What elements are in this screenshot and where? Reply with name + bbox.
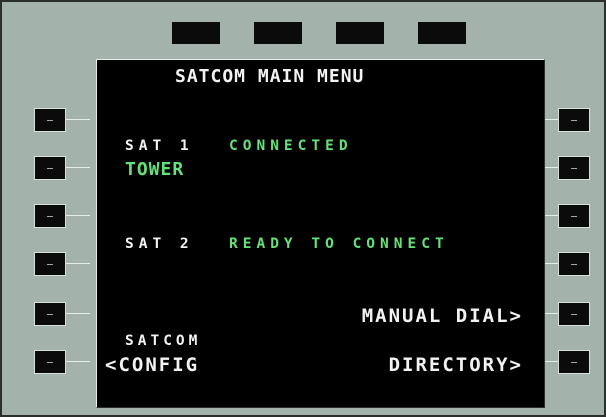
left-line-select-key-3[interactable] bbox=[34, 204, 66, 228]
top-function-key-4[interactable] bbox=[418, 22, 466, 44]
left-connector-tick-3 bbox=[66, 215, 90, 216]
right-line-select-key-2[interactable] bbox=[558, 156, 590, 180]
top-function-key-2[interactable] bbox=[254, 22, 302, 44]
satcom-small-label: SATCOM bbox=[125, 333, 202, 349]
dash-icon bbox=[571, 313, 577, 315]
right-line-select-key-1[interactable] bbox=[558, 108, 590, 132]
directory-prompt: DIRECTORY> bbox=[388, 354, 523, 376]
left-connector-tick-1 bbox=[66, 119, 90, 120]
cdu-display-screen: SATCOM MAIN MENU SAT 1 CONNECTED TOWER S… bbox=[96, 59, 545, 408]
sat1-label: SAT 1 bbox=[125, 138, 194, 154]
sat2-status: READY TO CONNECT bbox=[229, 236, 449, 252]
dash-icon bbox=[47, 215, 53, 217]
left-line-select-key-6[interactable] bbox=[34, 350, 66, 374]
dash-icon bbox=[47, 167, 53, 169]
dash-icon bbox=[47, 263, 53, 265]
left-connector-tick-6 bbox=[66, 361, 90, 362]
left-line-select-key-1[interactable] bbox=[34, 108, 66, 132]
right-line-select-key-3[interactable] bbox=[558, 204, 590, 228]
dash-icon bbox=[47, 361, 53, 363]
cdu-bezel: SATCOM MAIN MENU SAT 1 CONNECTED TOWER S… bbox=[0, 0, 606, 417]
dash-icon bbox=[571, 167, 577, 169]
sat1-status: CONNECTED bbox=[229, 138, 353, 154]
left-line-select-key-2[interactable] bbox=[34, 156, 66, 180]
dash-icon bbox=[571, 361, 577, 363]
top-function-key-3[interactable] bbox=[336, 22, 384, 44]
left-line-select-key-5[interactable] bbox=[34, 302, 66, 326]
right-line-select-key-6[interactable] bbox=[558, 350, 590, 374]
dash-icon bbox=[571, 215, 577, 217]
sat2-label: SAT 2 bbox=[125, 236, 194, 252]
sat1-name: TOWER bbox=[125, 159, 185, 180]
left-connector-tick-5 bbox=[66, 313, 90, 314]
left-line-select-key-4[interactable] bbox=[34, 252, 66, 276]
top-function-key-1[interactable] bbox=[172, 22, 220, 44]
right-line-select-key-5[interactable] bbox=[558, 302, 590, 326]
manual-dial-prompt: MANUAL DIAL> bbox=[361, 305, 523, 327]
dash-icon bbox=[47, 313, 53, 315]
left-connector-tick-2 bbox=[66, 167, 90, 168]
left-connector-tick-4 bbox=[66, 263, 90, 264]
dash-icon bbox=[571, 119, 577, 121]
right-line-select-key-4[interactable] bbox=[558, 252, 590, 276]
page-title: SATCOM MAIN MENU bbox=[175, 66, 365, 87]
config-prompt: <CONFIG bbox=[105, 354, 200, 376]
dash-icon bbox=[47, 119, 53, 121]
dash-icon bbox=[571, 263, 577, 265]
